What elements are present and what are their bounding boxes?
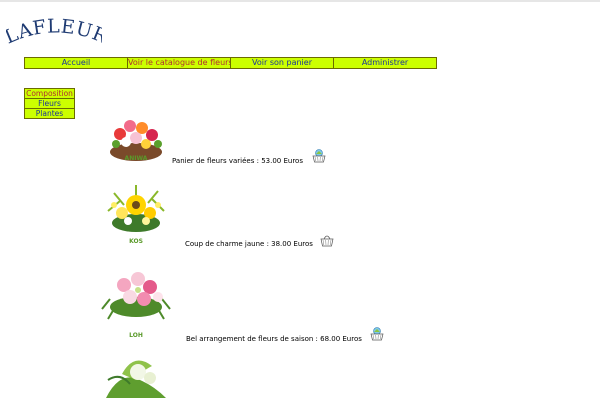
top-border <box>0 0 600 2</box>
nav-panier[interactable]: Voir son panier <box>230 57 333 69</box>
product-image[interactable] <box>100 259 172 323</box>
product-description: Coup de charme jaune : 38.00 Euros <box>185 240 313 248</box>
add-to-cart-icon[interactable] <box>369 326 385 341</box>
category-fleurs[interactable]: Fleurs <box>24 98 75 108</box>
product-code: KOS <box>129 238 143 245</box>
nav-catalogue[interactable]: Voir le catalogue de fleurs <box>127 57 230 69</box>
product-image[interactable] <box>100 177 172 239</box>
site-logo[interactable]: LAFLEUR <box>6 18 102 48</box>
add-to-cart-icon[interactable] <box>311 148 327 163</box>
product-description: Panier de fleurs variées : 53.00 Euros <box>172 157 303 165</box>
logo-text: LAFLEUR <box>6 18 102 48</box>
nav-accueil[interactable]: Accueil <box>24 57 127 69</box>
product-description: Bel arrangement de fleurs de saison : 68… <box>186 335 362 343</box>
product-image[interactable] <box>100 350 172 400</box>
category-composition[interactable]: Composition <box>24 88 75 98</box>
add-to-cart-icon[interactable] <box>319 232 335 247</box>
product-code: ANIWA <box>124 155 148 162</box>
product-code: LOH <box>129 332 143 339</box>
category-plantes[interactable]: Plantes <box>24 108 75 119</box>
nav-administrer[interactable]: Administrer <box>333 57 437 69</box>
category-menu: Composition Fleurs Plantes <box>24 88 75 119</box>
main-nav: Accueil Voir le catalogue de fleurs Voir… <box>24 57 437 69</box>
